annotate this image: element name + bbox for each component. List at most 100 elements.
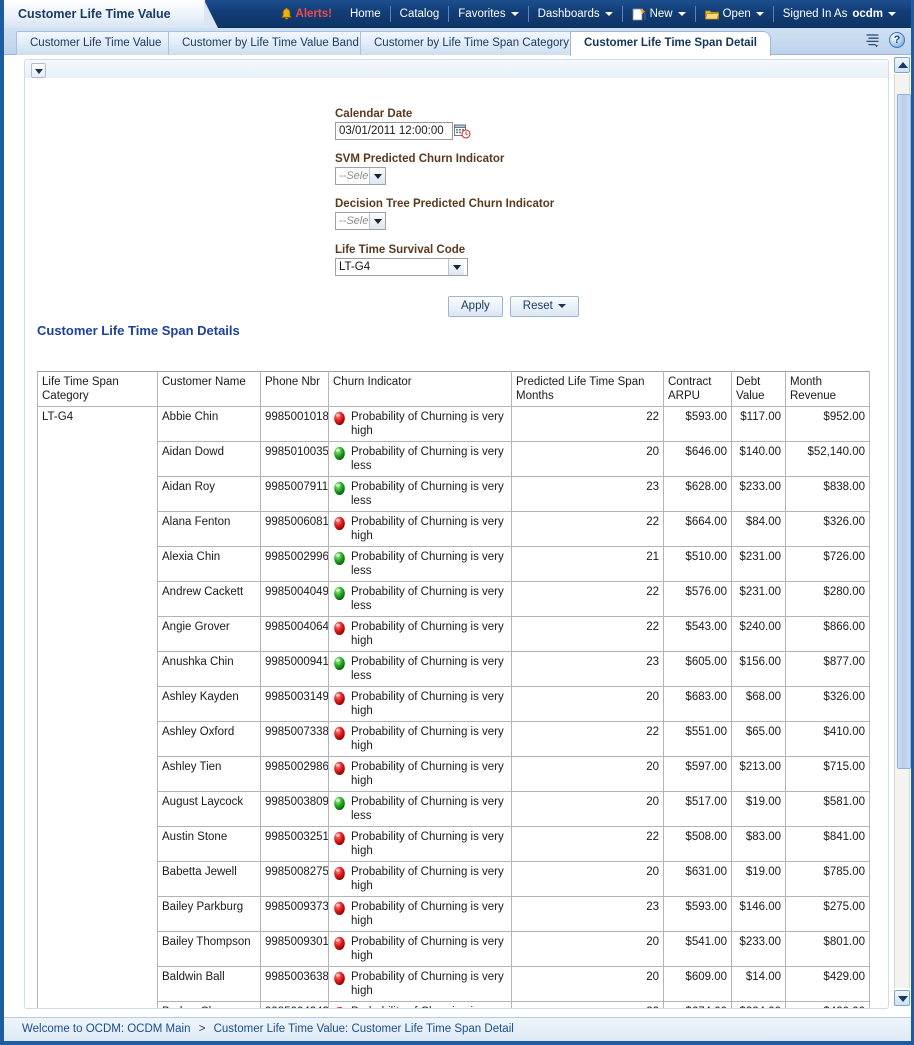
reset-label: Reset bbox=[523, 300, 553, 312]
churn-high-orb-icon bbox=[333, 1006, 346, 1009]
cell-customer-name: Angie Grover bbox=[158, 617, 261, 652]
cell-debt-value: $240.00 bbox=[732, 617, 786, 652]
calendar-date-label: Calendar Date bbox=[335, 108, 755, 120]
tab-customer-life-time-span-detail[interactable]: Customer Life Time Span Detail bbox=[570, 31, 771, 56]
field-svm-churn: SVM Predicted Churn Indicator --Sele bbox=[335, 153, 755, 185]
tab-customer-by-life-time-value-band[interactable]: Customer by Life Time Value Band bbox=[168, 31, 373, 55]
breadcrumb-home-link[interactable]: Welcome to OCDM: OCDM Main bbox=[22, 1023, 190, 1035]
new-document-icon bbox=[632, 8, 646, 21]
col-phone-nbr[interactable]: Phone Nbr bbox=[261, 372, 329, 407]
cell-predicted-months: 22 bbox=[512, 617, 664, 652]
dt-churn-select[interactable]: --Sele bbox=[335, 212, 386, 230]
cell-phone-nbr: 9985008275 bbox=[261, 862, 329, 897]
new-menu[interactable]: New bbox=[623, 5, 695, 23]
cell-contract-arpu: $508.00 bbox=[664, 827, 732, 862]
table-row: Andrew Cackett9985004049Probability of C… bbox=[38, 582, 870, 617]
scrollbar-thumb[interactable] bbox=[897, 94, 911, 769]
tab-customer-life-time-value[interactable]: Customer Life Time Value bbox=[16, 31, 175, 55]
churn-indicator-text: Probability of Churning is very high bbox=[351, 725, 507, 753]
table-row: Babetta Jewell9985008275Probability of C… bbox=[38, 862, 870, 897]
survival-code-value: LT-G4 bbox=[336, 261, 448, 273]
help-icon[interactable]: ? bbox=[889, 32, 905, 48]
cell-customer-name: Bailey Thompson bbox=[158, 932, 261, 967]
survival-code-select[interactable]: LT-G4 bbox=[335, 258, 468, 276]
cell-phone-nbr: 9985004064 bbox=[261, 617, 329, 652]
col-predicted-life-time-span-months[interactable]: Predicted Life Time Span Months bbox=[512, 372, 664, 407]
cell-churn-indicator: Probability of Churning is very less bbox=[329, 582, 512, 617]
cell-customer-name: August Laycock bbox=[158, 792, 261, 827]
chevron-down-icon[interactable] bbox=[448, 259, 464, 275]
report-panel: Calendar Date 03/01/2011 12:00:00 SVM Pr… bbox=[24, 59, 889, 1009]
churn-indicator-text: Probability of Churning is very high bbox=[351, 515, 507, 543]
cell-phone-nbr: 9985003809 bbox=[261, 792, 329, 827]
catalog-link[interactable]: Catalog bbox=[391, 5, 449, 23]
cell-churn-indicator: Probability of Churning is very high bbox=[329, 687, 512, 722]
cell-contract-arpu: $646.00 bbox=[664, 442, 732, 477]
chevron-down-icon[interactable] bbox=[369, 168, 385, 184]
col-churn-indicator[interactable]: Churn Indicator bbox=[329, 372, 512, 407]
field-calendar-date: Calendar Date 03/01/2011 12:00:00 bbox=[335, 108, 755, 140]
cell-phone-nbr: 9985004049 bbox=[261, 582, 329, 617]
open-menu[interactable]: Open bbox=[696, 5, 773, 23]
panel-collapse-button[interactable] bbox=[31, 63, 46, 78]
home-link[interactable]: Home bbox=[341, 5, 390, 23]
alerts-button[interactable]: Alerts! bbox=[272, 5, 341, 23]
cell-predicted-months: 22 bbox=[512, 407, 664, 442]
table-body: LT-G4Abbie Chin9985001018Probability of … bbox=[38, 407, 870, 1010]
cell-debt-value: $233.00 bbox=[732, 477, 786, 512]
churn-indicator-text: Probability of Churning is very high bbox=[351, 865, 507, 893]
dashboard-content: Calendar Date 03/01/2011 12:00:00 SVM Pr… bbox=[4, 55, 911, 1018]
cell-month-revenue: $326.00 bbox=[786, 687, 870, 722]
col-debt-value[interactable]: Debt Value bbox=[732, 372, 786, 407]
cell-month-revenue: $726.00 bbox=[786, 547, 870, 582]
churn-indicator-text: Probability of Churning is very high bbox=[351, 620, 507, 648]
table-row: Austin Stone9985003251Probability of Chu… bbox=[38, 827, 870, 862]
cell-customer-name: Barlow Charron bbox=[158, 1002, 261, 1010]
reset-button[interactable]: Reset bbox=[510, 296, 579, 317]
col-customer-name[interactable]: Customer Name bbox=[158, 372, 261, 407]
signed-in-as-menu[interactable]: Signed In As ocdm bbox=[774, 5, 905, 23]
churn-high-orb-icon bbox=[333, 411, 346, 426]
table-header-row: Life Time Span Category Customer Name Ph… bbox=[38, 372, 870, 407]
svm-churn-label: SVM Predicted Churn Indicator bbox=[335, 153, 755, 165]
churn-indicator-text: Probability of Churning is very less bbox=[351, 445, 507, 473]
chevron-down-icon[interactable] bbox=[369, 213, 385, 229]
tab-customer-by-life-time-span-category[interactable]: Customer by Life Time Span Category bbox=[360, 31, 583, 55]
cell-contract-arpu: $664.00 bbox=[664, 512, 732, 547]
col-month-revenue[interactable]: Month Revenue bbox=[786, 372, 870, 407]
cell-debt-value: $233.00 bbox=[732, 932, 786, 967]
col-contract-arpu[interactable]: Contract ARPU bbox=[664, 372, 732, 407]
svm-churn-select[interactable]: --Sele bbox=[335, 167, 386, 185]
scroll-up-button[interactable] bbox=[894, 57, 910, 73]
table-row: LT-G4Abbie Chin9985001018Probability of … bbox=[38, 407, 870, 442]
chevron-down-icon bbox=[756, 12, 764, 16]
churn-indicator-text: Probability of Churning is very high bbox=[351, 900, 507, 928]
cell-month-revenue: $866.00 bbox=[786, 617, 870, 652]
col-life-time-span-category[interactable]: Life Time Span Category bbox=[38, 372, 158, 407]
new-label: New bbox=[650, 5, 673, 23]
calendar-picker-icon[interactable] bbox=[454, 124, 471, 139]
apply-button[interactable]: Apply bbox=[448, 296, 503, 317]
cell-churn-indicator: Probability of Churning is very high bbox=[329, 932, 512, 967]
cell-predicted-months: 20 bbox=[512, 757, 664, 792]
scroll-down-button[interactable] bbox=[894, 990, 910, 1006]
cell-phone-nbr: 9985002986 bbox=[261, 757, 329, 792]
cell-churn-indicator: Probability of Churning is very high bbox=[329, 862, 512, 897]
cell-debt-value: $156.00 bbox=[732, 652, 786, 687]
calendar-date-input[interactable]: 03/01/2011 12:00:00 bbox=[335, 122, 453, 140]
content-scrollbar[interactable] bbox=[893, 55, 911, 1018]
cell-debt-value: $146.00 bbox=[732, 897, 786, 932]
scrollbar-track[interactable] bbox=[894, 74, 910, 988]
dashboards-menu[interactable]: Dashboards bbox=[529, 5, 622, 23]
dashboard-title: Customer Life Time Value bbox=[4, 0, 205, 28]
table-row: Bailey Thompson9985009301Probability of … bbox=[38, 932, 870, 967]
cell-predicted-months: 22 bbox=[512, 582, 664, 617]
cell-month-revenue: $838.00 bbox=[786, 477, 870, 512]
table-row: Anushka Chin9985000941Probability of Chu… bbox=[38, 652, 870, 687]
page-options-icon[interactable] bbox=[864, 32, 880, 48]
cell-predicted-months: 20 bbox=[512, 792, 664, 827]
favorites-menu[interactable]: Favorites bbox=[449, 5, 527, 23]
signed-in-as-label: Signed In As bbox=[783, 5, 848, 23]
cell-contract-arpu: $510.00 bbox=[664, 547, 732, 582]
open-label: Open bbox=[723, 5, 751, 23]
